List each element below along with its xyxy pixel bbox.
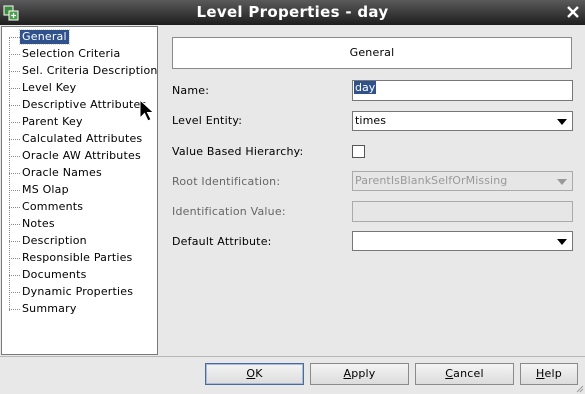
- root-identification-dropdown: ParentIsBlankSelfOrMissing: [352, 171, 573, 191]
- ok-label: K: [255, 367, 263, 380]
- ok-mnemonic: O: [246, 367, 256, 380]
- name-field[interactable]: day: [352, 80, 573, 101]
- tree-item-label: Parent Key: [22, 115, 83, 128]
- name-label: Name:: [172, 84, 210, 97]
- tree-item-description[interactable]: Description: [9, 233, 157, 250]
- level-entity-dropdown[interactable]: times: [352, 111, 573, 131]
- tree-item-label: Selection Criteria: [22, 47, 121, 60]
- tree-item-label: Level Key: [22, 81, 77, 94]
- default-attribute-dropdown[interactable]: [352, 231, 573, 251]
- ok-button[interactable]: OK: [205, 363, 304, 385]
- tree-item-level-key[interactable]: Level Key: [9, 80, 157, 97]
- tree-item-label: Summary: [22, 302, 77, 315]
- tree-item-label: General: [19, 29, 70, 45]
- cancel-mnemonic: C: [445, 367, 454, 380]
- category-tree[interactable]: General Selection Criteria Sel. Criteria…: [1, 26, 158, 355]
- tree-item-documents[interactable]: Documents: [9, 267, 157, 284]
- tree-item-ms-olap[interactable]: MS Olap: [9, 182, 157, 199]
- close-icon[interactable]: [565, 4, 581, 20]
- value-based-hierarchy-checkbox[interactable]: [352, 145, 365, 158]
- cancel-label: ancel: [453, 367, 484, 380]
- identification-value-label: Identification Value:: [172, 205, 286, 218]
- tree-item-responsible-parties[interactable]: Responsible Parties: [9, 250, 157, 267]
- panel-header: General: [172, 37, 572, 69]
- default-attribute-label: Default Attribute:: [172, 235, 272, 248]
- root-identification-label: Root Identification:: [172, 175, 281, 188]
- help-label: elp: [544, 367, 562, 380]
- identification-value-field: [352, 201, 573, 222]
- apply-button[interactable]: Apply: [310, 363, 409, 385]
- tree-item-label: Comments: [22, 200, 84, 213]
- apply-label: pply: [351, 367, 376, 380]
- chevron-down-icon: [557, 239, 567, 245]
- tree-item-summary[interactable]: Summary: [9, 301, 157, 318]
- tree-item-oracle-aw-attributes[interactable]: Oracle AW Attributes: [9, 148, 157, 165]
- tree-item-parent-key[interactable]: Parent Key: [9, 114, 157, 131]
- chevron-down-icon: [557, 119, 567, 125]
- tree-item-label: Sel. Criteria Description: [22, 64, 158, 77]
- tree-item-label: Dynamic Properties: [22, 285, 134, 298]
- tree-item-dynamic-properties[interactable]: Dynamic Properties: [9, 284, 157, 301]
- resize-grip-icon[interactable]: [574, 383, 584, 393]
- button-bar-separator: [0, 356, 585, 357]
- general-panel: General Name: day Level Entity: times Va…: [160, 26, 584, 355]
- tree-item-selection-criteria[interactable]: Selection Criteria: [9, 46, 157, 63]
- mouse-pointer-icon: [139, 99, 155, 122]
- help-button[interactable]: Help: [520, 363, 578, 385]
- tree-item-label: Documents: [22, 268, 87, 281]
- tree-item-label: Description: [22, 234, 87, 247]
- help-mnemonic: H: [536, 367, 545, 380]
- tree-item-label: Responsible Parties: [22, 251, 133, 264]
- level-entity-label: Level Entity:: [172, 114, 243, 127]
- tree-item-label: Oracle Names: [22, 166, 102, 179]
- tree-item-label: MS Olap: [22, 183, 69, 196]
- root-identification-value: ParentIsBlankSelfOrMissing: [355, 174, 508, 187]
- tree-item-comments[interactable]: Comments: [9, 199, 157, 216]
- title-bar[interactable]: Level Properties - day: [0, 0, 585, 25]
- tree-item-label: Notes: [22, 217, 55, 230]
- tree-item-label: Descriptive Attributes: [22, 98, 147, 111]
- chevron-down-icon: [557, 179, 567, 185]
- tree-item-descriptive-attributes[interactable]: Descriptive Attributes: [9, 97, 157, 114]
- window-title: Level Properties - day: [196, 3, 389, 21]
- tree-item-calculated-attributes[interactable]: Calculated Attributes: [9, 131, 157, 148]
- level-entity-value: times: [355, 114, 387, 127]
- tree-item-notes[interactable]: Notes: [9, 216, 157, 233]
- tree-item-label: Calculated Attributes: [22, 132, 143, 145]
- value-based-hierarchy-label: Value Based Hierarchy:: [172, 145, 304, 158]
- cancel-button[interactable]: Cancel: [415, 363, 514, 385]
- tree-item-sel-criteria-description[interactable]: Sel. Criteria Description: [9, 63, 157, 80]
- tree-item-oracle-names[interactable]: Oracle Names: [9, 165, 157, 182]
- name-value: day: [354, 81, 377, 94]
- tree-item-general[interactable]: General: [9, 29, 157, 46]
- tree-item-label: Oracle AW Attributes: [22, 149, 141, 162]
- level-properties-dialog: Level Properties - day General Selection…: [0, 0, 585, 394]
